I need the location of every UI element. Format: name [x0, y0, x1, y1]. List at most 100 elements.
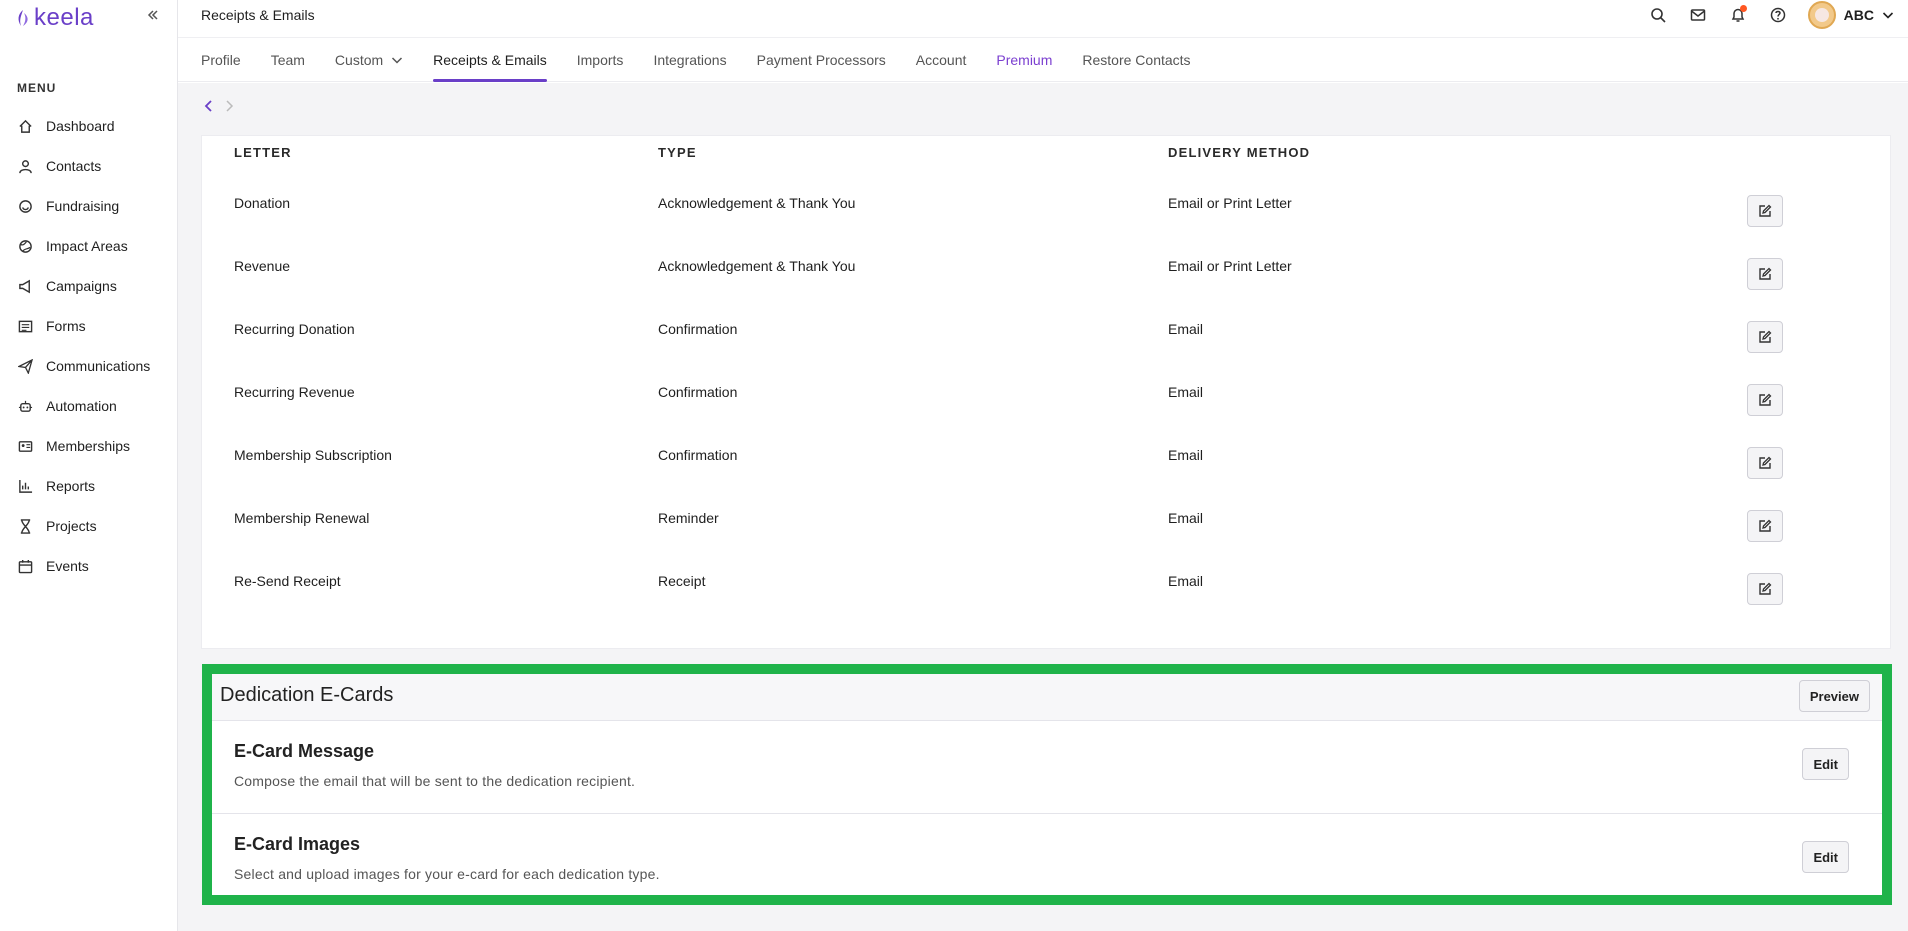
letter-name: Donation — [234, 195, 291, 211]
hourglass-icon — [20, 518, 31, 534]
fundraising-icon — [19, 199, 32, 213]
globe-icon — [19, 239, 32, 253]
tab-team[interactable]: Team — [271, 38, 305, 82]
edit-letter-button[interactable] — [1747, 384, 1783, 416]
sidebar-item-events[interactable]: Events — [0, 546, 178, 586]
letter-name: Recurring Revenue — [234, 384, 355, 400]
chevron-down-icon — [392, 57, 403, 64]
tab-payment-processors[interactable]: Payment Processors — [757, 38, 886, 82]
page-title: Receipts & Emails — [201, 7, 315, 23]
tab-integrations[interactable]: Integrations — [653, 38, 726, 82]
edit-letter-button[interactable] — [1747, 510, 1783, 542]
sidebar-item-dashboard[interactable]: Dashboard — [0, 106, 178, 146]
notifications-button[interactable] — [1718, 1, 1758, 29]
tab-profile[interactable]: Profile — [201, 38, 241, 82]
sidebar-item-fundraising[interactable]: Fundraising — [0, 186, 178, 226]
main-content: LETTER TYPE DELIVERY METHOD Donation Ack… — [178, 83, 1908, 931]
chevron-left-icon — [204, 100, 212, 112]
prev-button[interactable] — [202, 99, 214, 113]
tab-receipts-emails[interactable]: Receipts & Emails — [433, 38, 547, 82]
form-icon — [18, 320, 33, 332]
edit-icon — [1759, 204, 1772, 217]
sidebar-item-label: Reports — [46, 478, 96, 494]
letter-name: Re-Send Receipt — [234, 573, 341, 589]
keela-logo[interactable]: keela — [16, 4, 94, 32]
ecard-message-item: E-Card Message Compose the email that wi… — [212, 721, 1882, 814]
edit-icon — [1759, 267, 1772, 280]
letter-delivery: Email — [1168, 321, 1204, 337]
edit-letter-button[interactable] — [1747, 258, 1783, 290]
letter-type: Reminder — [658, 510, 719, 526]
sidebar: keela MENU Dashboard Contacts Fundraisin… — [0, 0, 178, 931]
next-button[interactable] — [224, 99, 236, 113]
send-icon — [18, 358, 33, 374]
edit-icon — [1759, 330, 1772, 343]
edit-letter-button[interactable] — [1747, 321, 1783, 353]
edit-letter-button[interactable] — [1747, 195, 1783, 227]
ecard-item-description: Compose the email that will be sent to t… — [234, 773, 636, 789]
preview-button[interactable]: Preview — [1798, 680, 1870, 712]
sidebar-item-label: Fundraising — [46, 198, 120, 214]
table-row: Revenue Acknowledgement & Thank You Emai… — [202, 258, 1890, 321]
ecard-images-item: E-Card Images Select and upload images f… — [212, 814, 1882, 907]
tab-label: Restore Contacts — [1082, 52, 1191, 68]
tab-label: Team — [270, 52, 305, 68]
edit-letter-button[interactable] — [1747, 573, 1783, 605]
letter-name: Membership Subscription — [234, 447, 392, 463]
sidebar-item-label: Communications — [46, 358, 151, 374]
search-icon — [1650, 8, 1666, 23]
mail-button[interactable] — [1678, 1, 1718, 29]
sidebar-item-memberships[interactable]: Memberships — [0, 426, 178, 466]
sidebar-item-label: Dashboard — [46, 118, 115, 134]
top-bar: Receipts & Emails ABC — [178, 0, 1908, 38]
edit-letter-button[interactable] — [1747, 447, 1783, 479]
collapse-sidebar-button[interactable] — [142, 4, 164, 26]
chart-icon — [19, 479, 33, 493]
edit-icon — [1759, 393, 1772, 406]
column-header-type: TYPE — [658, 145, 697, 160]
tab-account[interactable]: Account — [916, 38, 967, 82]
table-row: Membership Subscription Confirmation Ema… — [202, 447, 1890, 510]
menu-title: MENU — [17, 81, 57, 95]
sidebar-item-contacts[interactable]: Contacts — [0, 146, 178, 186]
sidebar-item-forms[interactable]: Forms — [0, 306, 178, 346]
sidebar-item-label: Projects — [46, 518, 97, 534]
sidebar-item-projects[interactable]: Projects — [0, 506, 178, 546]
letter-name: Recurring Donation — [234, 321, 355, 337]
ecards-header: Dedication E-Cards Preview — [212, 674, 1882, 721]
table-row: Donation Acknowledgement & Thank You Ema… — [202, 195, 1890, 258]
search-button[interactable] — [1638, 1, 1678, 29]
avatar — [1807, 1, 1836, 29]
tab-premium[interactable]: Premium — [996, 38, 1052, 82]
edit-ecard-images-button[interactable]: Edit — [1802, 841, 1849, 873]
keela-logo-icon — [18, 10, 28, 26]
tab-label: Integrations — [653, 52, 727, 68]
section-title: Dedication E-Cards — [220, 684, 394, 706]
top-icons: ABC — [1638, 0, 1908, 30]
letter-delivery: Email — [1168, 510, 1204, 526]
sidebar-item-reports[interactable]: Reports — [0, 466, 178, 506]
sidebar-item-automation[interactable]: Automation — [0, 386, 178, 426]
account-menu[interactable]: ABC — [1807, 1, 1894, 29]
edit-ecard-message-button[interactable]: Edit — [1802, 748, 1849, 780]
help-icon — [1770, 7, 1785, 23]
letter-type: Confirmation — [658, 321, 738, 337]
tab-label: Account — [915, 52, 967, 68]
dedication-ecards-section: Dedication E-Cards Preview E-Card Messag… — [202, 664, 1892, 905]
sidebar-item-campaigns[interactable]: Campaigns — [0, 266, 178, 306]
tab-label: Imports — [576, 52, 624, 68]
tab-imports[interactable]: Imports — [577, 38, 624, 82]
tab-custom[interactable]: Custom — [335, 38, 403, 82]
chevron-right-icon — [226, 100, 234, 112]
sidebar-item-impact-areas[interactable]: Impact Areas — [0, 226, 178, 266]
sidebar-nav: Dashboard Contacts Fundraising Impact Ar… — [0, 106, 178, 586]
sidebar-item-communications[interactable]: Communications — [0, 346, 178, 386]
letter-type: Confirmation — [658, 447, 738, 463]
sidebar-item-label: Forms — [46, 318, 86, 334]
tab-restore-contacts[interactable]: Restore Contacts — [1082, 38, 1190, 82]
user-icon — [19, 159, 32, 173]
letter-name: Revenue — [234, 258, 291, 274]
letter-type: Acknowledgement & Thank You — [658, 258, 856, 274]
tab-label: Payment Processors — [756, 52, 886, 68]
help-button[interactable] — [1758, 1, 1798, 29]
